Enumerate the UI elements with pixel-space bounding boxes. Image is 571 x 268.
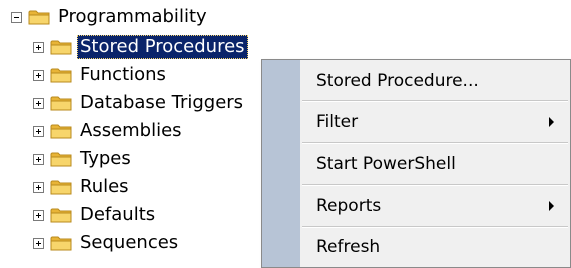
tree-node-label: Functions: [80, 64, 166, 85]
tree-node-label: Rules: [80, 176, 129, 197]
tree-node-types[interactable]: Types: [33, 147, 134, 171]
expand-toggle-icon[interactable]: [33, 209, 44, 221]
tree-node-programmability[interactable]: Programmability: [11, 5, 210, 29]
tree-node-rules[interactable]: Rules: [33, 175, 132, 199]
tree-node-label: Sequences: [80, 232, 179, 253]
menu-item-new-stored-procedure[interactable]: Stored Procedure...: [300, 62, 570, 100]
expand-toggle-icon[interactable]: [33, 41, 44, 53]
folder-icon: [50, 179, 72, 195]
folder-icon: [50, 151, 72, 167]
menu-item-start-powershell[interactable]: Start PowerShell: [300, 144, 570, 184]
folder-icon: [50, 95, 72, 111]
expand-toggle-icon[interactable]: [33, 69, 44, 81]
folder-icon: [50, 67, 72, 83]
menu-item-label: Refresh: [316, 237, 381, 257]
tree-node-assemblies[interactable]: Assemblies: [33, 119, 185, 143]
menu-item-label: Stored Procedure...: [316, 71, 479, 91]
tree-node-defaults[interactable]: Defaults: [33, 203, 158, 227]
menu-icon-gutter: [262, 60, 300, 267]
expand-toggle-icon[interactable]: [33, 97, 44, 109]
tree-node-label: Database Triggers: [80, 92, 244, 113]
collapse-toggle-icon[interactable]: [11, 11, 22, 23]
tree-node-functions[interactable]: Functions: [33, 63, 169, 87]
menu-item-reports[interactable]: Reports: [300, 186, 570, 226]
submenu-arrow-icon: [549, 201, 554, 211]
folder-icon: [50, 123, 72, 139]
tree-node-label: Stored Procedures: [77, 35, 248, 59]
folder-icon: [28, 9, 50, 25]
tree-node-label: Defaults: [80, 204, 156, 225]
expand-toggle-icon[interactable]: [33, 181, 44, 193]
folder-icon: [50, 207, 72, 223]
tree-node-label: Types: [80, 148, 131, 169]
folder-icon: [50, 39, 72, 55]
menu-item-refresh[interactable]: Refresh: [300, 228, 570, 266]
folder-icon: [50, 235, 72, 251]
expand-toggle-icon[interactable]: [33, 153, 44, 165]
menu-item-label: Filter: [316, 112, 359, 132]
submenu-arrow-icon: [549, 117, 554, 127]
tree-node-sequences[interactable]: Sequences: [33, 231, 181, 255]
expand-toggle-icon[interactable]: [33, 237, 44, 249]
menu-item-label: Reports: [316, 196, 382, 216]
menu-item-label: Start PowerShell: [316, 154, 456, 174]
tree-node-database-triggers[interactable]: Database Triggers: [33, 91, 246, 115]
menu-item-filter[interactable]: Filter: [300, 102, 570, 142]
context-menu: Stored Procedure... Filter Start PowerSh…: [261, 59, 571, 268]
tree-node-label: Programmability: [58, 6, 207, 27]
tree-node-label: Assemblies: [80, 120, 182, 141]
tree-node-stored-procedures[interactable]: Stored Procedures: [33, 35, 248, 59]
expand-toggle-icon[interactable]: [33, 125, 44, 137]
